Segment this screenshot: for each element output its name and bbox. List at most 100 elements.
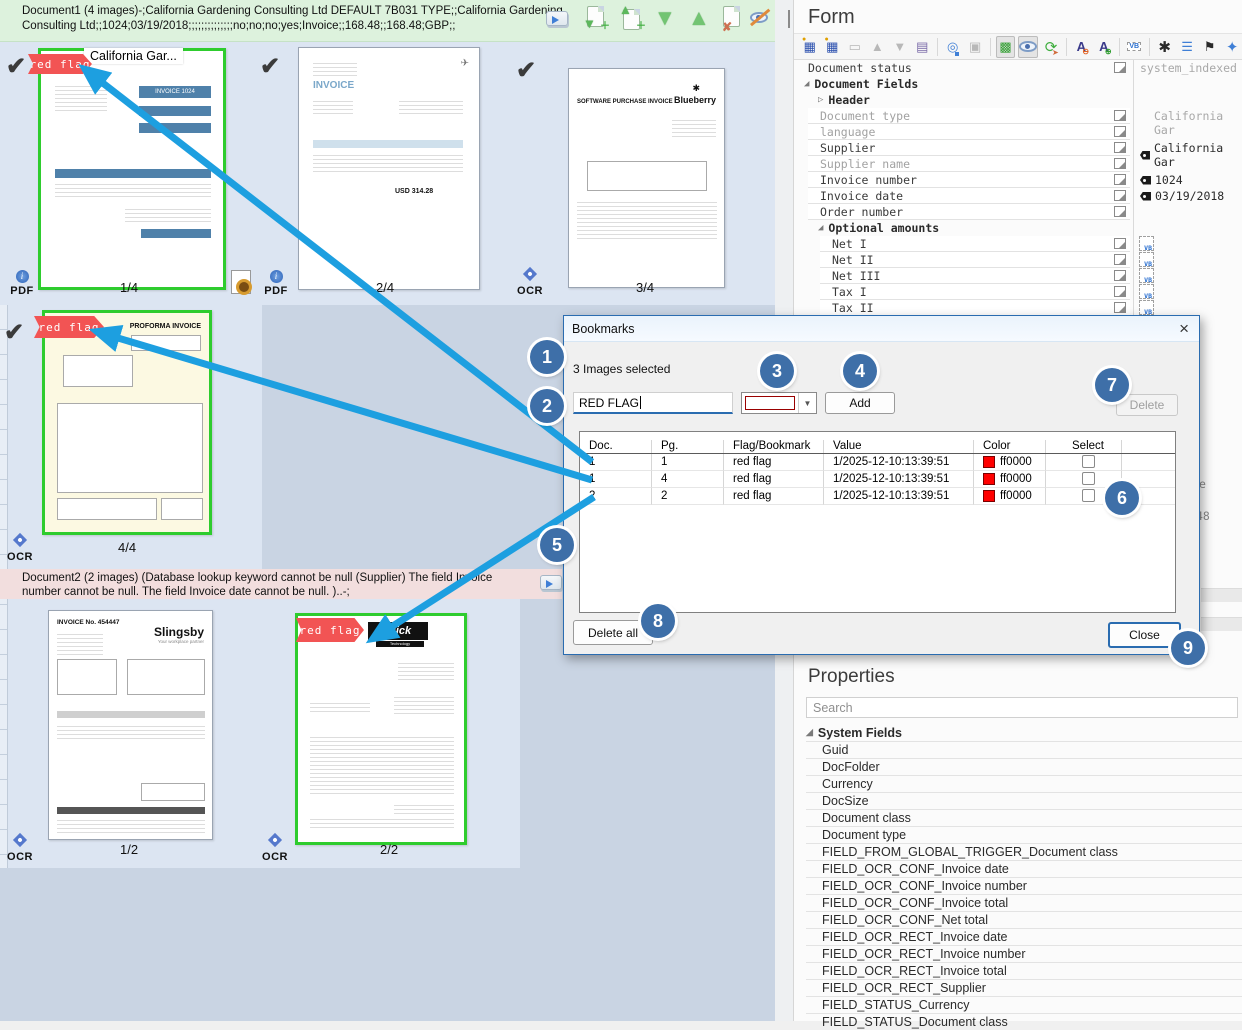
gear-icon[interactable]: ✱ xyxy=(1155,36,1175,58)
group-system-fields[interactable]: ◢System Fields xyxy=(806,724,1242,741)
col-doc[interactable]: Doc. xyxy=(580,440,652,453)
document2-header-bar[interactable]: Document2 (2 images) (Database lookup ke… xyxy=(0,569,562,599)
note-icon[interactable] xyxy=(1114,286,1126,297)
row-select-checkbox[interactable] xyxy=(1082,455,1095,468)
chevron-down-icon[interactable]: ▼ xyxy=(798,393,816,413)
stamp-tool-icon[interactable]: ▭ xyxy=(845,36,865,58)
insert-page-before-icon[interactable]: ▲＋ xyxy=(620,6,646,32)
property-row[interactable]: FIELD_OCR_CONF_Invoice number xyxy=(806,877,1242,894)
font-increase-icon[interactable]: A⊕ xyxy=(1094,36,1114,58)
property-row[interactable]: Document type xyxy=(806,826,1242,843)
property-row[interactable]: FIELD_OCR_RECT_Invoice number xyxy=(806,945,1242,962)
field-row-tax-1[interactable]: Tax IVB xyxy=(794,284,1242,300)
field-up-icon[interactable]: ▲ xyxy=(868,36,888,58)
thumbnail-3-4[interactable]: SOFTWARE PURCHASE INVOICE Blueberry ✱ xyxy=(568,68,725,288)
thumbnail-1-4[interactable]: INVOICE 1024 xyxy=(38,48,226,290)
note-icon[interactable] xyxy=(1114,62,1126,73)
field-row-invoice-number[interactable]: Invoice number 1024 xyxy=(794,172,1242,188)
col-select[interactable]: Select xyxy=(1046,440,1122,453)
vb-script-icon[interactable]: VB xyxy=(1139,236,1154,251)
red-flag-label-4-4[interactable]: red flag xyxy=(34,316,104,338)
ocr-badge-4-4[interactable]: OCR xyxy=(2,532,38,563)
sparkle-icon[interactable]: ✦ xyxy=(1222,36,1242,58)
col-pg[interactable]: Pg. xyxy=(652,440,724,453)
move-down-icon[interactable]: ▼ xyxy=(654,5,680,31)
flag-name-input[interactable]: RED FLAG xyxy=(573,392,733,414)
col-value[interactable]: Value xyxy=(824,440,974,453)
thumbnail-1-2[interactable]: INVOICE No. 454447 Slingsby Your workpla… xyxy=(48,610,213,840)
add-button[interactable]: Add xyxy=(825,392,895,414)
group-optional-amounts[interactable]: ◢Optional amounts xyxy=(794,220,1242,236)
hide-page-icon[interactable] xyxy=(750,8,776,34)
note-icon[interactable] xyxy=(1114,142,1126,153)
validate-keyboard-icon[interactable] xyxy=(546,8,572,34)
property-row[interactable]: FIELD_OCR_CONF_Invoice total xyxy=(806,894,1242,911)
vb-script-icon[interactable]: VB xyxy=(1139,284,1154,299)
index-list-icon[interactable]: ☰ xyxy=(1177,36,1197,58)
property-row[interactable]: FIELD_STATUS_Currency xyxy=(806,996,1242,1013)
ocr-badge-3-4[interactable]: OCR xyxy=(512,266,548,297)
delete-button[interactable]: Delete xyxy=(1116,394,1178,416)
col-flag[interactable]: Flag/Bookmark xyxy=(724,440,824,453)
close-icon[interactable]: × xyxy=(1179,319,1189,339)
property-row[interactable]: DocSize xyxy=(806,792,1242,809)
property-row[interactable]: FIELD_OCR_CONF_Invoice date xyxy=(806,860,1242,877)
flag-cat-icon[interactable]: ⚑ xyxy=(1200,36,1220,58)
close-button[interactable]: Close xyxy=(1108,622,1181,648)
move-up-icon[interactable]: ▲ xyxy=(688,5,714,31)
field-row-supplier[interactable]: Supplier California Gar xyxy=(794,140,1242,156)
property-row[interactable]: Document class xyxy=(806,809,1242,826)
refresh-icon[interactable]: ⟳➤ xyxy=(1041,36,1061,58)
note-icon[interactable] xyxy=(1114,110,1126,121)
note-icon[interactable] xyxy=(1114,190,1126,201)
expanded-tree-icon[interactable]: ◢ xyxy=(818,223,823,233)
layout-add-icon[interactable]: ▦● xyxy=(800,36,820,58)
dialog-titlebar[interactable]: Bookmarks × xyxy=(564,316,1199,342)
note-icon[interactable] xyxy=(1114,238,1126,249)
layout-insert-icon[interactable]: ▦● xyxy=(823,36,843,58)
vb-script-icon[interactable]: VB xyxy=(1125,36,1145,58)
property-row[interactable]: FIELD_OCR_RECT_Invoice total xyxy=(806,962,1242,979)
bookmark-row[interactable]: 22 red flag1/2025-12-10:13:39:51 ff0000 xyxy=(580,488,1175,505)
note-icon[interactable] xyxy=(1114,206,1126,217)
expanded-tree-icon[interactable]: ◢ xyxy=(806,727,813,738)
note-icon[interactable] xyxy=(1114,270,1126,281)
vb-script-icon[interactable]: VB xyxy=(1139,300,1154,315)
pdf-badge-2-4[interactable]: iPDF xyxy=(258,266,294,297)
property-row[interactable]: Currency xyxy=(806,775,1242,792)
vb-script-icon[interactable]: VB xyxy=(1139,252,1154,267)
vb-script-icon[interactable]: VB xyxy=(1139,268,1154,283)
bookmark-row[interactable]: 11 red flag1/2025-12-10:13:39:51 ff0000 xyxy=(580,454,1175,471)
property-row[interactable]: FIELD_OCR_RECT_Invoice date xyxy=(806,928,1242,945)
field-row-order-number[interactable]: Order number xyxy=(794,204,1242,220)
collapsed-tree-icon[interactable]: ▷ xyxy=(818,95,823,105)
delete-page-icon[interactable]: ✘ xyxy=(720,6,746,32)
field-row-tax-2[interactable]: Tax IIVB xyxy=(794,300,1242,316)
properties-search-input[interactable] xyxy=(806,697,1238,718)
field-row-net-2[interactable]: Net IIVB xyxy=(794,252,1242,268)
field-down-icon[interactable]: ▼ xyxy=(890,36,910,58)
row-select-checkbox[interactable] xyxy=(1082,489,1095,502)
property-row[interactable]: Guid xyxy=(806,741,1242,758)
font-decrease-icon[interactable]: A⊖ xyxy=(1072,36,1092,58)
property-row[interactable]: FIELD_OCR_RECT_Supplier xyxy=(806,979,1242,996)
row-select-checkbox[interactable] xyxy=(1082,472,1095,485)
thumbnail-4-4[interactable]: PROFORMA INVOICE xyxy=(42,310,212,535)
thumbnail-2-4[interactable]: INVOICE USD 314.28 ✈ xyxy=(298,47,480,290)
group-document-fields[interactable]: ◢Document Fields xyxy=(794,76,1242,92)
field-row-language[interactable]: language xyxy=(794,124,1242,140)
field-row-supplier-name[interactable]: Supplier name xyxy=(794,156,1242,172)
expanded-tree-icon[interactable]: ◢ xyxy=(804,79,809,89)
red-flag-label-1-4[interactable]: red flag xyxy=(28,54,92,74)
thumbnail-2-2[interactable]: Klick Technology xyxy=(295,613,467,845)
note-icon[interactable] xyxy=(1114,302,1126,313)
field-row-net-3[interactable]: Net IIIVB xyxy=(794,268,1242,284)
form-settings-icon[interactable]: ▣ xyxy=(965,36,985,58)
col-color[interactable]: Color xyxy=(974,440,1046,453)
bookmark-row[interactable]: 14 red flag1/2025-12-10:13:39:51 ff0000 xyxy=(580,471,1175,488)
group-header[interactable]: ▷Header xyxy=(794,92,1242,108)
ocr-badge-1-2[interactable]: OCR xyxy=(2,832,38,863)
insert-page-after-icon[interactable]: ▼＋ xyxy=(584,6,610,32)
search-note-icon[interactable]: ◎ xyxy=(943,36,963,58)
property-row[interactable]: FIELD_FROM_GLOBAL_TRIGGER_Document class xyxy=(806,843,1242,860)
